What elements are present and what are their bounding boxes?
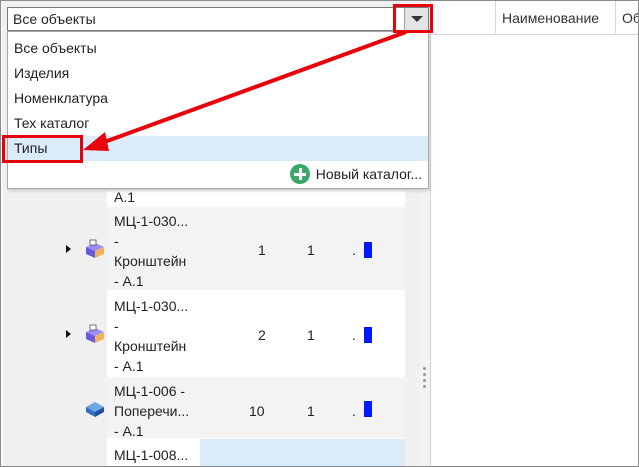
grip-dot bbox=[423, 373, 426, 376]
table-row[interactable]: МЦ-1-008... bbox=[2, 439, 420, 466]
row-dot: . bbox=[352, 403, 356, 419]
status-bar bbox=[364, 327, 372, 343]
catalog-select-value: Все объекты bbox=[13, 11, 96, 27]
grip-dot bbox=[423, 367, 426, 370]
row-name: МЦ-1-006 - Поперечи... - А.1 bbox=[114, 383, 190, 439]
row-qty: 10 bbox=[249, 403, 265, 419]
expand-icon[interactable] bbox=[66, 330, 71, 338]
add-icon bbox=[289, 164, 310, 184]
dropdown-button-highlight bbox=[393, 4, 433, 33]
row-selection bbox=[200, 439, 405, 466]
row-count: 1 bbox=[307, 242, 315, 258]
grip-dot bbox=[423, 379, 426, 382]
expand-icon[interactable] bbox=[66, 245, 71, 253]
option-all-objects[interactable]: Все объекты bbox=[8, 36, 428, 61]
option-types-highlight bbox=[2, 135, 83, 163]
status-bar bbox=[364, 242, 372, 258]
row-dot: . bbox=[352, 242, 356, 258]
table-row[interactable]: МЦ-1-030... - Кронштейн - А.1 1 1 . bbox=[2, 207, 420, 292]
tree-partial-label: А.1 bbox=[114, 189, 136, 205]
option-tech-catalog[interactable]: Тех каталог bbox=[8, 111, 428, 136]
row-qty: 1 bbox=[258, 242, 266, 258]
column-header-next[interactable]: Об bbox=[616, 1, 638, 35]
status-bar bbox=[364, 401, 372, 417]
new-catalog-button[interactable]: Новый каталог... bbox=[289, 163, 422, 185]
catalog-select[interactable]: Все объекты bbox=[7, 7, 429, 31]
part-icon bbox=[86, 402, 104, 417]
option-nomenclature[interactable]: Номенклатура bbox=[8, 86, 428, 111]
table-row[interactable]: МЦ-1-030... - Кронштейн - А.1 2 1 . bbox=[2, 292, 420, 377]
new-catalog-label: Новый каталог... bbox=[315, 166, 422, 182]
row-name: МЦ-1-008... bbox=[114, 447, 189, 463]
row-dot: . bbox=[352, 327, 356, 343]
option-products[interactable]: Изделия bbox=[8, 61, 428, 86]
table-row[interactable]: МЦ-1-006 - Поперечи... - А.1 10 1 . bbox=[2, 377, 420, 439]
grip-dot bbox=[423, 385, 426, 388]
row-name: МЦ-1-030... - Кронштейн - А.1 bbox=[114, 298, 189, 374]
row-name: МЦ-1-030... - Кронштейн - А.1 bbox=[114, 213, 189, 289]
column-header-blank[interactable] bbox=[431, 1, 496, 35]
details-pane: Наименование Об bbox=[430, 1, 638, 466]
assembly-icon bbox=[86, 239, 104, 258]
row-count: 1 bbox=[307, 403, 315, 419]
catalog-dropdown-list: Все объекты Изделия Номенклатура Тех кат… bbox=[7, 31, 429, 189]
column-header-name[interactable]: Наименование bbox=[496, 1, 616, 35]
app-window: А.1 МЦ-1-030... - Кронштейн - А.1 1 1 . bbox=[0, 0, 639, 467]
row-qty: 2 bbox=[258, 327, 266, 343]
assembly-icon bbox=[86, 324, 104, 343]
row-count: 1 bbox=[307, 327, 315, 343]
